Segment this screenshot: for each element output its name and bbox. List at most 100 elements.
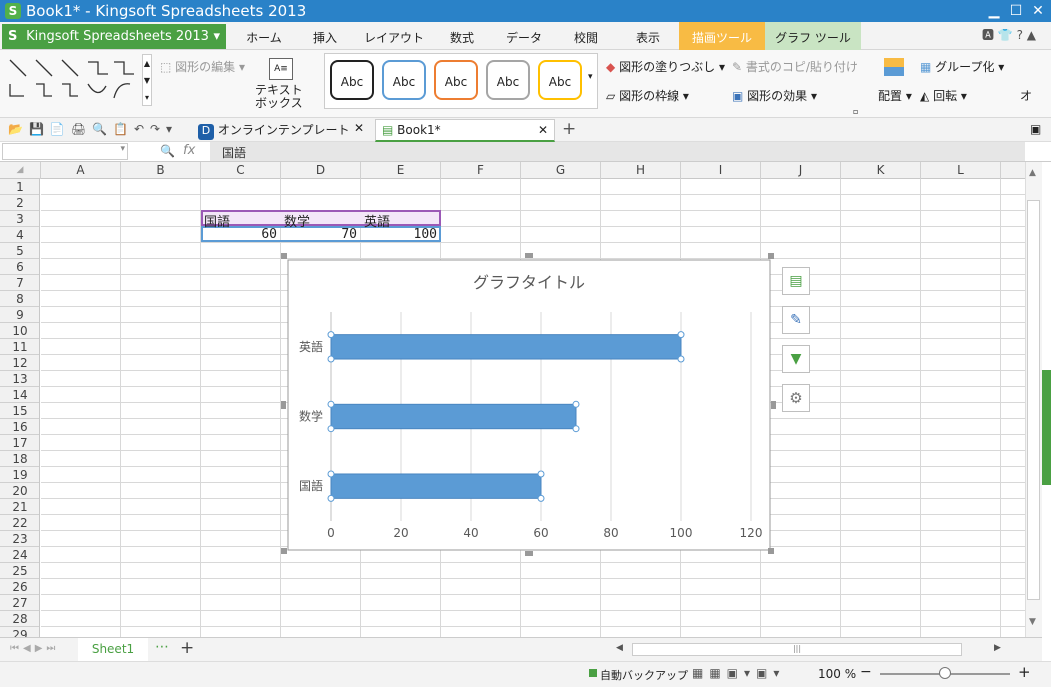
backup-label[interactable]: 自動バックアップ [600, 667, 688, 683]
tab-view[interactable]: 表示 [626, 22, 670, 50]
column-f[interactable]: F [441, 162, 521, 179]
format-painter-button[interactable]: ✎ 書式のコピ/貼り付け [732, 58, 858, 75]
column-d[interactable]: D [281, 162, 361, 179]
hscroll-right-icon[interactable]: ▶ [994, 643, 1001, 653]
fill-button[interactable]: ◆ 図形の塗りつぶし ▾ [606, 58, 725, 75]
tab-drawing-tools[interactable]: 描画ツール [679, 22, 765, 50]
column-a[interactable]: A [41, 162, 121, 179]
row-16[interactable]: 16 [0, 419, 39, 435]
bar-chart[interactable]: グラフタイトル 0 20 40 60 80 100 120 国語 数学 英語 [284, 256, 774, 554]
row-27[interactable]: 27 [0, 595, 39, 611]
resize-handle[interactable] [525, 253, 533, 258]
bar-handle[interactable] [327, 400, 335, 408]
row-2[interactable]: 2 [0, 195, 39, 211]
edit-shape-button[interactable]: ⬚ 図形の編集 ▾ [160, 58, 245, 75]
tab-home[interactable]: ホーム [240, 22, 288, 50]
row-20[interactable]: 20 [0, 483, 39, 499]
view-mode-icons[interactable]: ▦▦▣▾▣▾ [692, 666, 785, 680]
quick-access-icons[interactable]: 📂💾📄🖨🔍📋↶↷▾ [8, 122, 178, 136]
zoom-slider-thumb[interactable] [939, 667, 951, 679]
row-24[interactable]: 24 [0, 547, 39, 563]
scroll-up-icon[interactable]: ▲ [1029, 168, 1036, 178]
row-8[interactable]: 8 [0, 291, 39, 307]
bar-1[interactable] [330, 403, 577, 430]
style-blue[interactable]: Abc [382, 60, 426, 100]
bar-handle[interactable] [537, 470, 545, 478]
row-23[interactable]: 23 [0, 531, 39, 547]
column-g[interactable]: G [521, 162, 601, 179]
hscroll-thumb[interactable]: ||| [632, 643, 962, 656]
bar-handle[interactable] [327, 470, 335, 478]
row-12[interactable]: 12 [0, 355, 39, 371]
tab-chart-tools[interactable]: グラフ ツール [765, 22, 861, 50]
resize-handle[interactable] [525, 551, 533, 556]
row-10[interactable]: 10 [0, 323, 39, 339]
row-19[interactable]: 19 [0, 467, 39, 483]
app-menu-button[interactable]: S Kingsoft Spreadsheets 2013 ▾ [2, 24, 226, 49]
hscroll-left-icon[interactable]: ◀ [616, 643, 623, 653]
doc-tab-templates[interactable]: D オンラインテンプレート ✕ [198, 121, 368, 141]
textbox-button[interactable]: テキスト ボックス [255, 84, 303, 110]
column-h[interactable]: H [601, 162, 681, 179]
style-orange[interactable]: Abc [434, 60, 478, 100]
bar-2[interactable] [330, 334, 682, 360]
group-button[interactable]: ▦ グループ化 ▾ [920, 58, 1004, 75]
row-14[interactable]: 14 [0, 387, 39, 403]
formula-input[interactable]: 国語 [210, 142, 1025, 161]
minimize-icon[interactable]: ▁ [984, 2, 1004, 20]
fx-icon[interactable]: fx [183, 143, 195, 158]
cell-c4[interactable]: 60 [201, 227, 277, 242]
select-all-corner[interactable]: ◢ [0, 162, 41, 179]
row-26[interactable]: 26 [0, 579, 39, 595]
column-e[interactable]: E [361, 162, 441, 179]
row-18[interactable]: 18 [0, 451, 39, 467]
column-j[interactable]: J [761, 162, 841, 179]
chart-settings-gear-icon[interactable]: ⚙ [782, 384, 810, 412]
column-i[interactable]: I [681, 162, 761, 179]
close-tab-icon[interactable]: ✕ [354, 121, 364, 135]
row-28[interactable]: 28 [0, 611, 39, 627]
row-6[interactable]: 6 [0, 259, 39, 275]
more-sheets-icon[interactable]: ⋯ [155, 639, 169, 655]
name-box[interactable]: ▾ [2, 143, 128, 160]
bar-handle[interactable] [327, 494, 335, 502]
row-1[interactable]: 1 [0, 179, 39, 195]
chart-title[interactable]: グラフタイトル [473, 273, 585, 292]
bar-handle[interactable] [572, 400, 580, 408]
gallery-scroll[interactable]: ▲ ▼ ▾ [142, 54, 152, 106]
more-button[interactable]: オ [1020, 87, 1032, 104]
add-sheet-icon[interactable]: + [180, 638, 194, 658]
row-15[interactable]: 15 [0, 403, 39, 419]
sheet-nav-icons[interactable]: ⏮◀▶⏭ [10, 643, 59, 654]
resize-handle[interactable] [771, 401, 776, 409]
bar-handle[interactable] [537, 494, 545, 502]
tab-menu-icon[interactable]: ▣ [1030, 122, 1041, 136]
row-29[interactable]: 29 [0, 627, 39, 637]
dialog-launcher-icon[interactable]: ▫ [853, 107, 858, 116]
row-4[interactable]: 4 [0, 227, 39, 243]
row-21[interactable]: 21 [0, 499, 39, 515]
line-shapes-gallery[interactable] [6, 54, 150, 106]
column-l[interactable]: L [921, 162, 1001, 179]
new-tab-icon[interactable]: + [562, 119, 576, 139]
column-b[interactable]: B [121, 162, 201, 179]
scroll-down-icon[interactable]: ▼ [1029, 617, 1036, 627]
style-black[interactable]: Abc [330, 60, 374, 100]
row-5[interactable]: 5 [0, 243, 39, 259]
row-13[interactable]: 13 [0, 371, 39, 387]
resize-handle[interactable] [768, 253, 774, 259]
resize-handle[interactable] [281, 253, 287, 259]
cell-e4[interactable]: 100 [361, 227, 437, 242]
cell-d4[interactable]: 70 [281, 227, 357, 242]
bar-handle[interactable] [327, 355, 335, 363]
row-3[interactable]: 3 [0, 211, 39, 227]
bar-0[interactable] [330, 473, 542, 499]
tab-data[interactable]: データ [500, 22, 548, 50]
zoom-in-icon[interactable]: + [1018, 663, 1031, 681]
row-25[interactable]: 25 [0, 563, 39, 579]
row-22[interactable]: 22 [0, 515, 39, 531]
tab-layout[interactable]: レイアウト [362, 22, 426, 50]
zoom-out-icon[interactable]: − [860, 664, 872, 680]
bar-handle[interactable] [327, 425, 335, 433]
column-k[interactable]: K [841, 162, 921, 179]
